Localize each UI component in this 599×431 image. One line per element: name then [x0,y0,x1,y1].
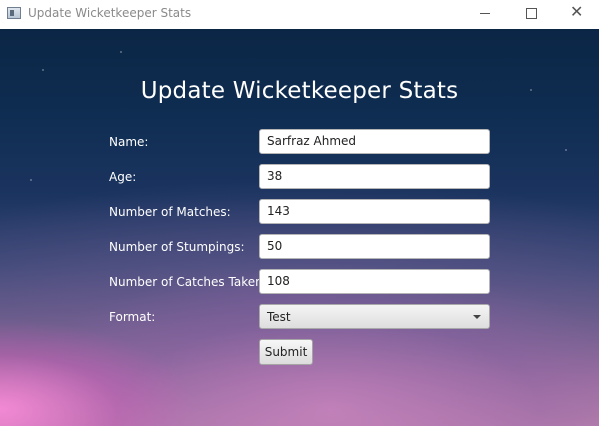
app-icon [7,7,21,19]
close-button[interactable]: ✕ [553,0,599,29]
age-field[interactable]: 38 [259,164,490,189]
format-select[interactable]: Test [259,304,490,329]
form-title: Update Wicketkeeper Stats [140,78,459,104]
matches-label: Number of Matches: [109,205,231,219]
submit-button[interactable]: Submit [259,339,313,365]
stumpings-field[interactable]: 50 [259,234,490,259]
age-label: Age: [109,170,137,184]
title-bar: Update Wicketkeeper Stats ✕ [0,0,599,29]
dropdown-arrow-icon [473,315,481,319]
stumpings-label: Number of Stumpings: [109,240,245,254]
minimize-button[interactable] [462,0,508,29]
form-panel: Update Wicketkeeper Stats Name: Sarfraz … [0,29,599,426]
catches-field[interactable]: 108 [259,269,490,294]
close-icon: ✕ [570,2,584,21]
app-window: Update Wicketkeeper Stats ✕ Update Wicke… [0,0,599,431]
window-title: Update Wicketkeeper Stats [28,6,192,20]
catches-label: Number of Catches Taken: [109,275,267,289]
name-label: Name: [109,135,149,149]
maximize-button[interactable] [508,0,554,29]
format-label: Format: [109,310,156,324]
format-selected-value: Test [267,310,291,324]
name-field[interactable]: Sarfraz Ahmed [259,129,490,154]
matches-field[interactable]: 143 [259,199,490,224]
